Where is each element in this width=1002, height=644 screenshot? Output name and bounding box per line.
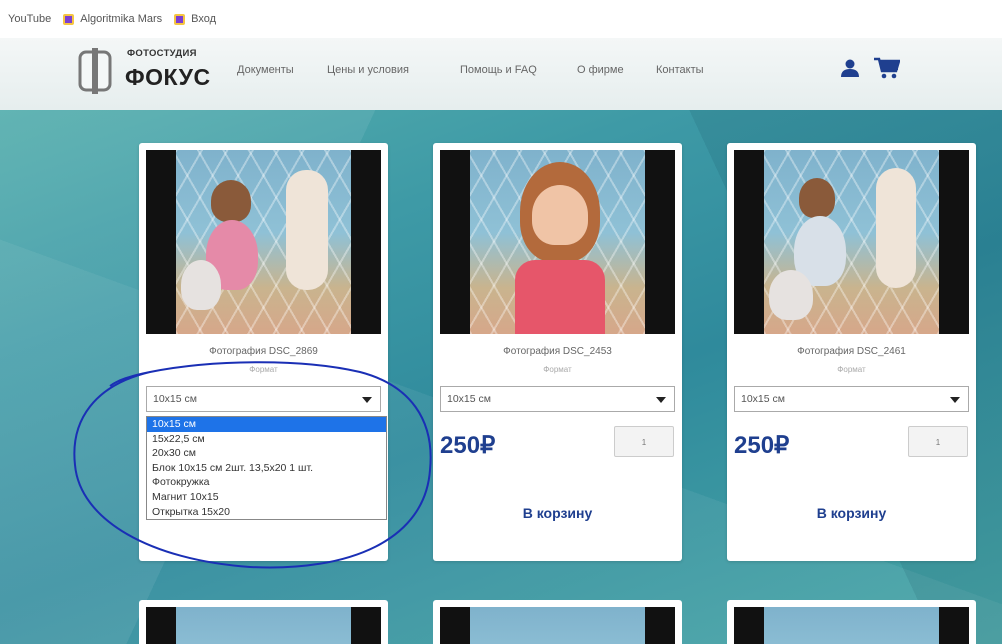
photo-title: Фотография DSC_2453 <box>503 346 612 357</box>
quantity-input[interactable]: 1 <box>908 426 968 457</box>
dropdown-option[interactable]: Фотокружка <box>147 475 386 490</box>
logo-icon[interactable] <box>78 48 112 94</box>
bookmark-icon <box>63 13 75 25</box>
chevron-down-icon <box>950 397 960 403</box>
dropdown-option[interactable]: 15x22,5 см <box>147 432 386 447</box>
product-card <box>433 600 682 644</box>
product-photo[interactable] <box>734 150 969 334</box>
user-icon[interactable] <box>840 58 860 78</box>
bookmark-youtube[interactable]: YouTube <box>8 13 51 25</box>
photo-title: Фотография DSC_2461 <box>797 346 906 357</box>
format-select[interactable]: 10x15 см <box>146 386 381 412</box>
product-card: Фотография DSC_2453 Формат 10x15 см 250₽… <box>433 143 682 561</box>
dropdown-option[interactable]: Магнит 10x15 <box>147 490 386 505</box>
product-card: Фотография DSC_2461 Формат 10x15 см 250₽… <box>727 143 976 561</box>
format-dropdown-list: 10x15 см 15x22,5 см 20x30 см Блок 10x15 … <box>146 416 387 521</box>
format-select-value: 10x15 см <box>741 393 785 405</box>
product-photo[interactable] <box>146 150 381 334</box>
bookmark-label: Вход <box>191 13 217 25</box>
logo-subtitle: ФОТОСТУДИЯ <box>127 48 197 59</box>
bookmark-label: YouTube <box>8 13 52 25</box>
bookmark-algoritmika[interactable]: Algoritmika Mars <box>63 13 162 25</box>
product-card <box>139 600 388 644</box>
bookmark-icon <box>174 13 186 25</box>
bookmark-login[interactable]: Вход <box>174 13 216 25</box>
product-card <box>727 600 976 644</box>
nav-help[interactable]: Помощь и FAQ <box>460 64 537 76</box>
price: 250₽ <box>440 432 496 459</box>
format-select[interactable]: 10x15 см <box>440 386 675 412</box>
nav-contacts[interactable]: Контакты <box>656 64 704 76</box>
format-label: Формат <box>249 365 278 374</box>
dropdown-option[interactable]: 10x15 см <box>147 417 386 432</box>
cart-icon[interactable] <box>874 57 900 79</box>
dropdown-option[interactable]: 20x30 см <box>147 446 386 461</box>
quantity-input[interactable]: 1 <box>614 426 674 457</box>
nav-prices[interactable]: Цены и условия <box>327 64 409 76</box>
chevron-down-icon <box>362 397 372 403</box>
add-to-cart-button[interactable]: В корзину <box>727 505 976 521</box>
format-label: Формат <box>837 365 866 374</box>
format-select-value: 10x15 см <box>447 393 491 405</box>
chevron-down-icon <box>656 397 666 403</box>
nav-about[interactable]: О фирме <box>577 64 624 76</box>
format-select-value: 10x15 см <box>153 393 197 405</box>
format-label: Формат <box>543 365 572 374</box>
logo-title[interactable]: ФОКУС <box>125 64 211 91</box>
photo-title: Фотография DSC_2869 <box>209 346 318 357</box>
product-photo[interactable] <box>440 150 675 334</box>
format-select[interactable]: 10x15 см <box>734 386 969 412</box>
price: 250₽ <box>734 432 790 459</box>
dropdown-option[interactable]: Открытка 15x20 <box>147 505 386 520</box>
nav-documents[interactable]: Документы <box>237 64 294 76</box>
bookmark-label: Algoritmika Mars <box>80 13 163 25</box>
bookmarks-bar: YouTube Algoritmika Mars Вход <box>0 0 1002 38</box>
dropdown-option[interactable]: Блок 10x15 см 2шт. 13,5x20 1 шт. <box>147 461 386 476</box>
add-to-cart-button[interactable]: В корзину <box>433 505 682 521</box>
